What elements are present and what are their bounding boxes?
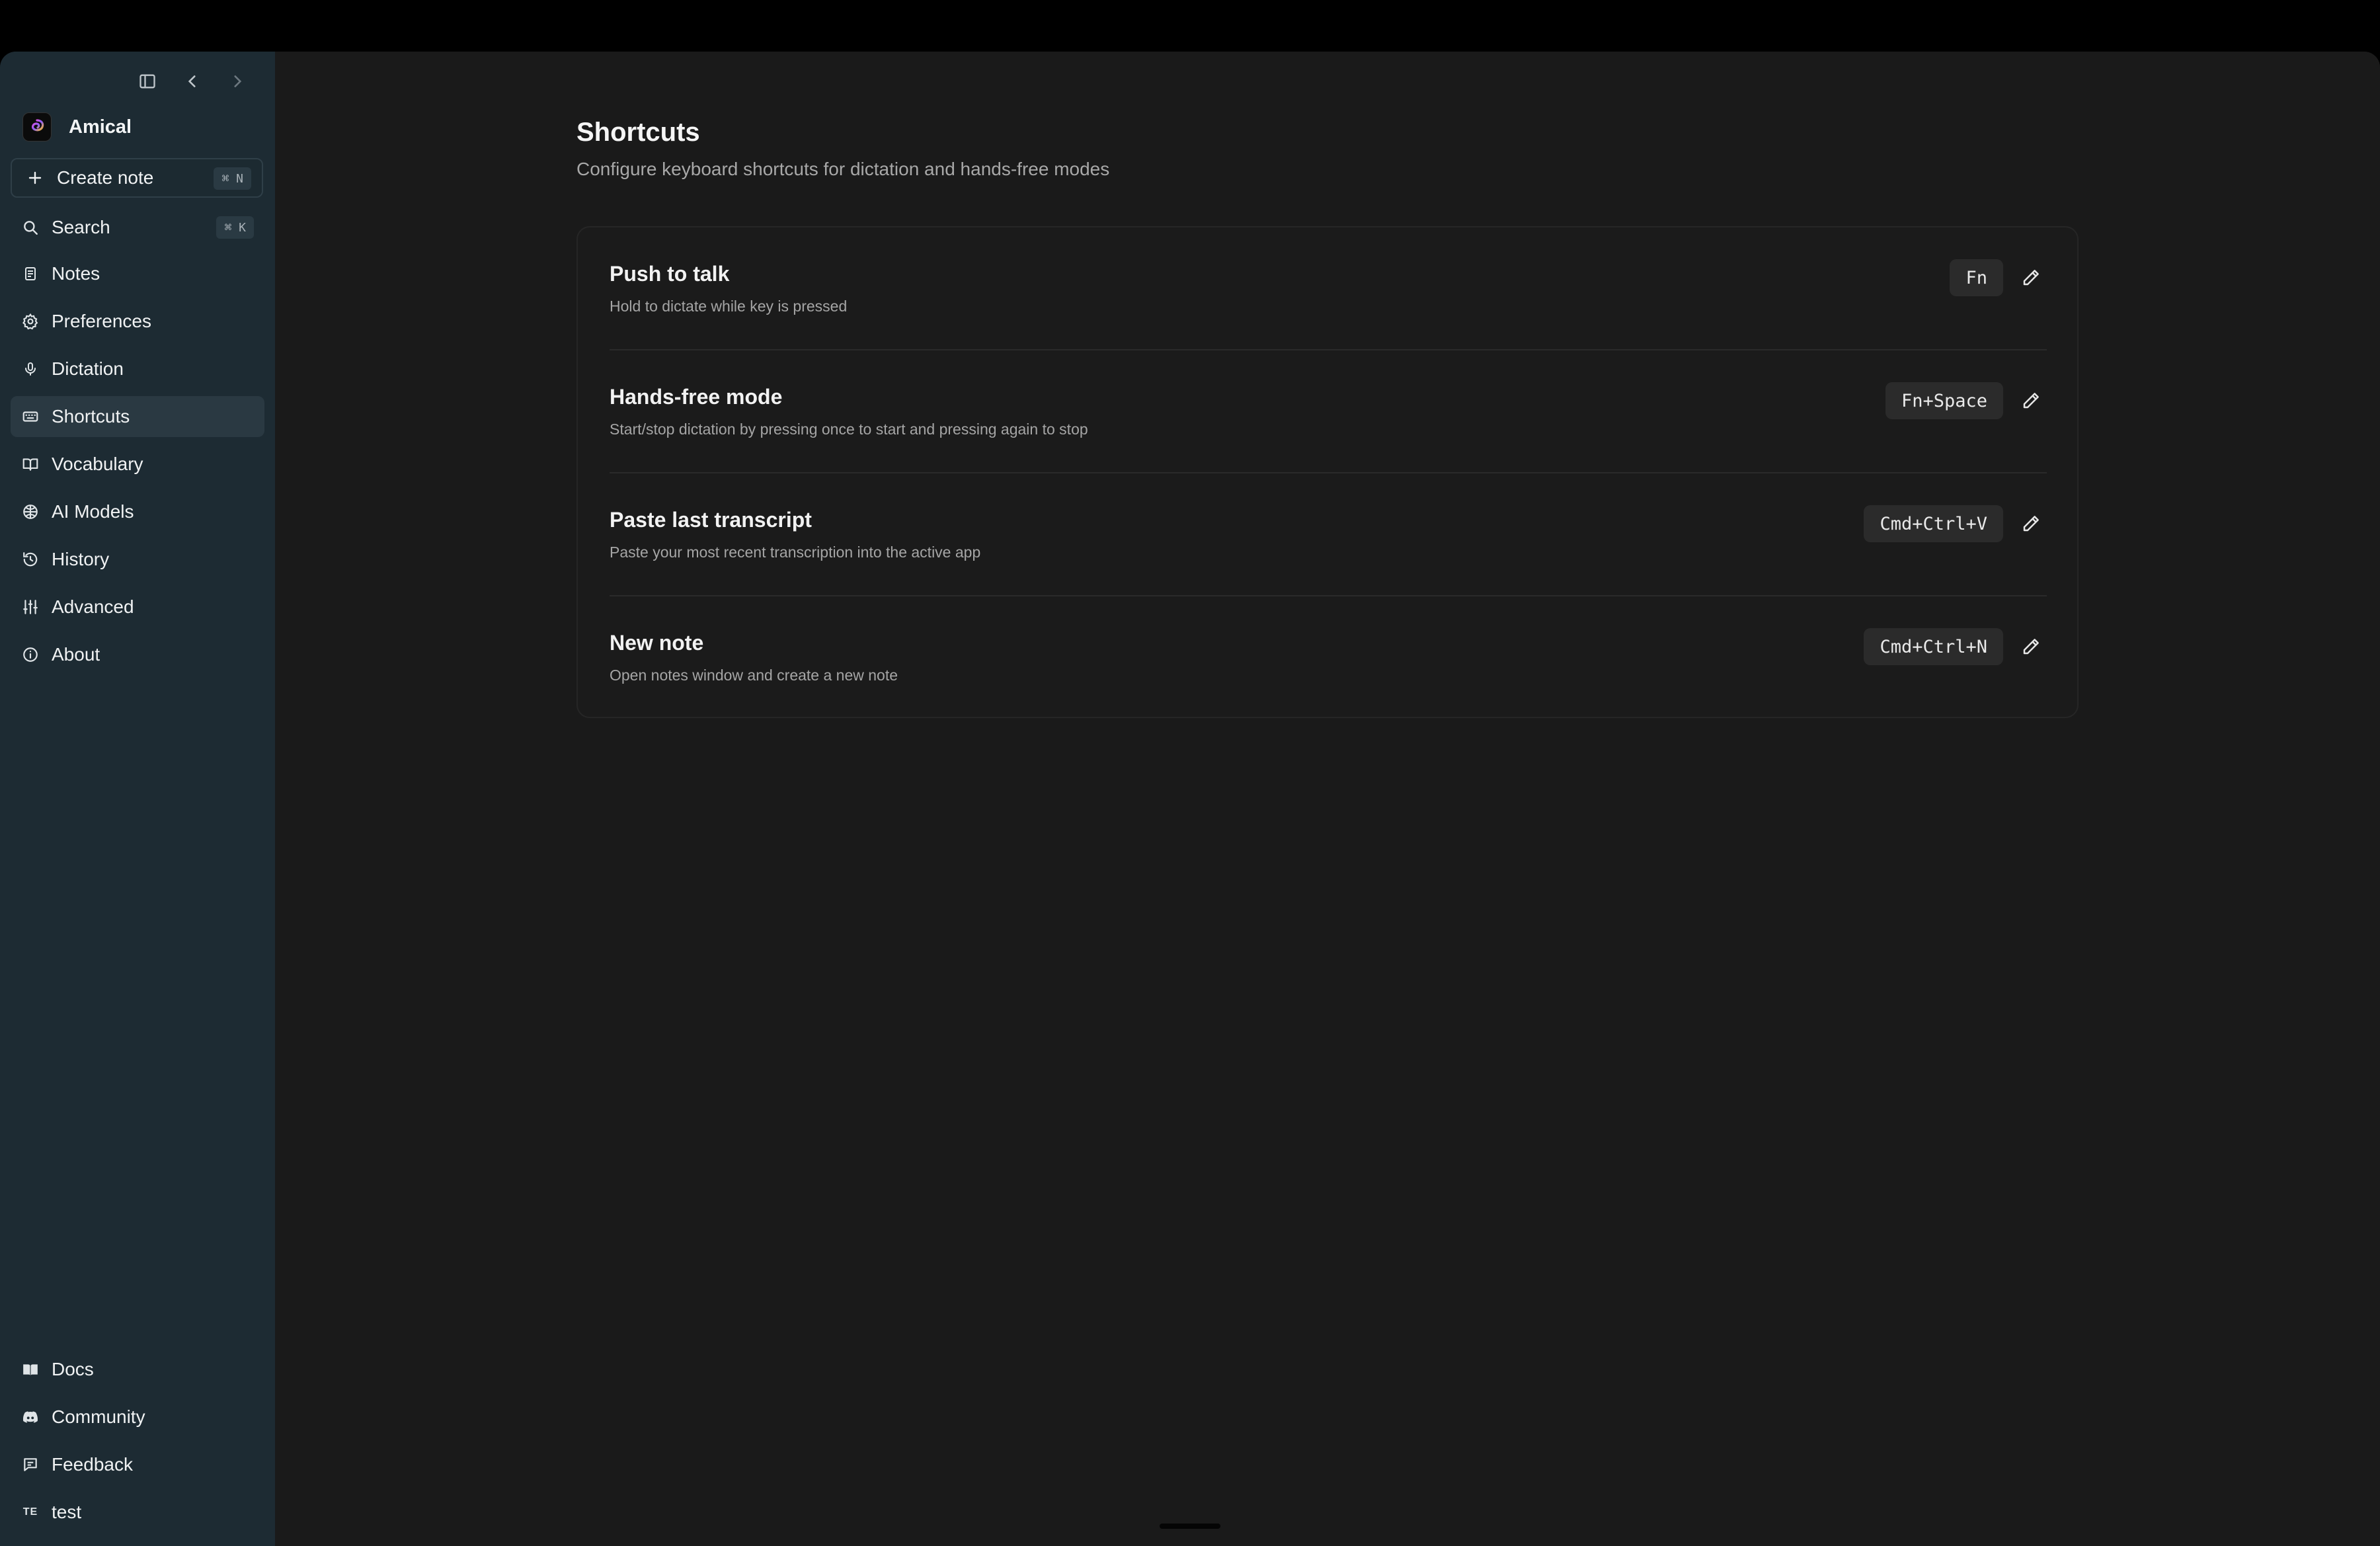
message-icon <box>21 1455 40 1474</box>
book-open-icon <box>21 1360 40 1379</box>
shortcut-title: Paste last transcript <box>610 508 812 532</box>
shortcut-keys: Fn+Space <box>1885 382 2003 419</box>
sidebar-item-label: Feedback <box>52 1454 133 1475</box>
plus-icon <box>25 168 45 188</box>
shortcuts-card: Push to talk Hold to dictate while key i… <box>576 226 2079 718</box>
sidebar-item-label: History <box>52 549 110 569</box>
shortcut-row-push-to-talk: Push to talk Hold to dictate while key i… <box>610 227 2047 350</box>
app-logo-icon <box>22 112 52 142</box>
sidebar-item-label: Community <box>52 1406 145 1427</box>
sidebar-item-search[interactable]: Search ⌘ K <box>11 207 264 248</box>
sidebar: Amical Create note ⌘ N Search ⌘ K Notes <box>0 52 275 1546</box>
create-note-button[interactable]: Create note ⌘ N <box>11 158 263 198</box>
sidebar-item-label: test <box>52 1502 82 1522</box>
sidebar-item-label: Docs <box>52 1359 94 1379</box>
sidebar-item-community[interactable]: Community <box>11 1397 264 1438</box>
main-content: Shortcuts Configure keyboard shortcuts f… <box>275 52 2380 1546</box>
sidebar-item-docs[interactable]: Docs <box>11 1349 264 1390</box>
edit-pencil-icon[interactable] <box>2015 508 2047 540</box>
sidebar-item-about[interactable]: About <box>11 634 264 675</box>
gear-icon <box>21 312 40 331</box>
notes-icon <box>21 264 40 283</box>
sidebar-item-label: Dictation <box>52 358 124 379</box>
sidebar-item-notes[interactable]: Notes <box>11 253 264 294</box>
info-icon <box>21 645 40 664</box>
shortcut-keys: Cmd+Ctrl+N <box>1864 628 2003 665</box>
sidebar-item-label: AI Models <box>52 501 134 522</box>
sidebar-item-label: Advanced <box>52 596 134 617</box>
sidebar-item-feedback[interactable]: Feedback <box>11 1444 264 1485</box>
shortcut-title: Hands-free mode <box>610 385 783 409</box>
history-icon <box>21 550 40 569</box>
shortcut-title: New note <box>610 631 704 655</box>
microphone-icon <box>21 360 40 378</box>
back-arrow-icon[interactable] <box>177 66 208 97</box>
forward-arrow-icon[interactable] <box>222 66 253 97</box>
sidebar-item-dictation[interactable]: Dictation <box>11 348 264 389</box>
search-shortcut: ⌘ K <box>216 216 254 239</box>
shortcut-description: Start/stop dictation by pressing once to… <box>610 421 1088 438</box>
app-name: Amical <box>69 116 132 138</box>
page-subtitle: Configure keyboard shortcuts for dictati… <box>576 159 1110 179</box>
shortcut-keys: Fn <box>1950 259 2003 296</box>
shortcut-row-hands-free: Hands-free mode Start/stop dictation by … <box>610 350 2047 473</box>
app-window: Amical Create note ⌘ N Search ⌘ K Notes <box>0 52 2380 1546</box>
shortcut-title: Push to talk <box>610 262 730 286</box>
sidebar-item-label: Search <box>52 217 110 237</box>
shortcut-description: Paste your most recent transcription int… <box>610 544 981 561</box>
edit-pencil-icon[interactable] <box>2015 631 2047 663</box>
sidebar-item-preferences[interactable]: Preferences <box>11 301 264 342</box>
sidebar-item-advanced[interactable]: Advanced <box>11 587 264 628</box>
sidebar-item-label: About <box>52 644 100 665</box>
toggle-sidebar-icon[interactable] <box>132 66 163 97</box>
sidebar-item-label: Notes <box>52 263 100 284</box>
window-controls <box>132 66 253 97</box>
sidebar-item-shortcuts[interactable]: Shortcuts <box>11 396 264 437</box>
shortcut-keys: Cmd+Ctrl+V <box>1864 505 2003 542</box>
sliders-icon <box>21 598 40 616</box>
sidebar-item-label: Vocabulary <box>52 454 143 474</box>
shortcut-description: Open notes window and create a new note <box>610 667 898 684</box>
page-title: Shortcuts <box>576 118 700 147</box>
edit-pencil-icon[interactable] <box>2015 262 2047 294</box>
sidebar-item-label: Shortcuts <box>52 406 130 427</box>
sidebar-item-ai-models[interactable]: AI Models <box>11 491 264 532</box>
shortcut-row-paste-last: Paste last transcript Paste your most re… <box>610 473 2047 596</box>
sidebar-bottom-nav: Docs Community Feedback TE test <box>11 1349 264 1539</box>
top-bar <box>0 0 2380 52</box>
sidebar-nav: Search ⌘ K Notes Preferences Dictation S… <box>11 216 264 682</box>
sidebar-item-vocabulary[interactable]: Vocabulary <box>11 444 264 485</box>
shortcut-row-new-note: New note Open notes window and create a … <box>610 596 2047 719</box>
shortcut-description: Hold to dictate while key is pressed <box>610 298 848 315</box>
sidebar-item-history[interactable]: History <box>11 539 264 580</box>
discord-icon <box>21 1408 40 1426</box>
book-icon <box>21 455 40 473</box>
app-brand: Amical <box>22 110 132 144</box>
avatar: TE <box>22 1506 38 1518</box>
brain-icon <box>21 503 40 521</box>
edit-pencil-icon[interactable] <box>2015 385 2047 417</box>
create-note-shortcut: ⌘ N <box>214 167 251 190</box>
sidebar-item-label: Preferences <box>52 311 151 331</box>
home-indicator <box>1160 1524 1220 1529</box>
sidebar-item-user[interactable]: TE test <box>11 1492 264 1533</box>
keyboard-icon <box>21 407 40 426</box>
create-note-label: Create note <box>57 167 154 188</box>
search-icon <box>21 218 40 237</box>
